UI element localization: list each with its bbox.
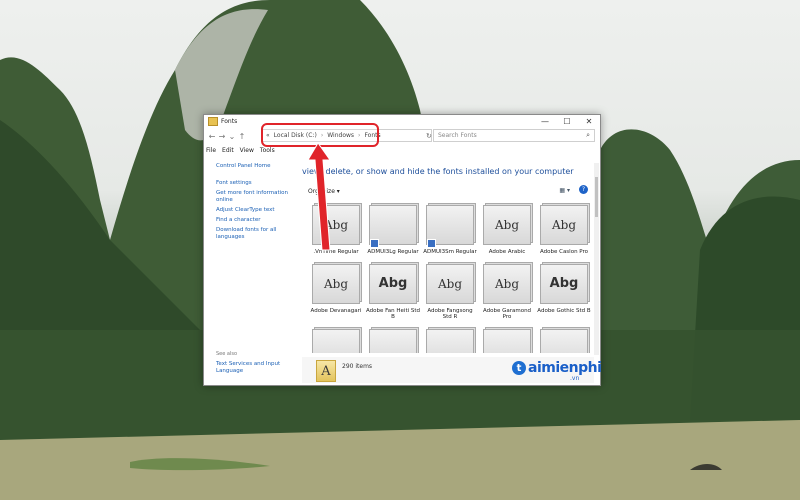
font-name-label: .VnTime Regular — [313, 249, 359, 255]
help-icon[interactable]: ? — [579, 185, 588, 194]
address-highlight-box — [261, 123, 379, 147]
font-name-label: Adobe Fan Heiti Std B — [365, 307, 421, 321]
content-pane: view, delete, or show and hide the fonts… — [302, 163, 596, 353]
font-sample-text: Abg — [323, 276, 349, 291]
close-button[interactable]: ✕ — [578, 115, 600, 127]
font-preview-icon[interactable] — [483, 328, 531, 353]
font-preview-icon[interactable]: Abg — [483, 205, 531, 245]
command-toolbar: Organize ▾ ▦ ▾ ? — [302, 185, 592, 197]
font-preview-icon[interactable] — [312, 328, 360, 353]
font-sample-text: Abg — [494, 276, 520, 291]
font-item[interactable]: Abg Adobe Fangsong Std R — [422, 263, 478, 321]
font-item[interactable] — [365, 328, 421, 353]
font-name-label: Adobe Devanagari — [310, 307, 362, 314]
forward-arrow-icon[interactable]: → — [217, 132, 227, 141]
font-item[interactable]: Abg Adobe Caslon Pro — [536, 205, 592, 256]
see-also-heading: See also — [216, 351, 238, 357]
folder-icon — [208, 116, 218, 126]
font-item[interactable] — [308, 328, 364, 353]
font-preview-icon[interactable] — [426, 205, 474, 248]
font-item[interactable]: Abg Adobe Arabic — [479, 205, 535, 256]
minimize-button[interactable]: — — [534, 115, 556, 127]
fonts-window: Fonts — ☐ ✕ ← → ⌄ ↑ « Local Disk (C:) › … — [203, 114, 601, 386]
shortcut-badge-icon — [370, 239, 379, 248]
font-item[interactable]: Abg Adobe Fan Heiti Std B — [365, 263, 421, 321]
font-name-label: Adobe Caslon Pro — [539, 249, 589, 255]
maximize-button[interactable]: ☐ — [556, 115, 578, 127]
font-item[interactable] — [422, 328, 478, 353]
page-heading: view, delete, or show and hide the fonts… — [302, 167, 574, 176]
watermark-text: aimienphi — [528, 360, 602, 376]
up-arrow-icon[interactable]: ↑ — [237, 132, 247, 141]
menu-edit[interactable]: Edit — [222, 147, 234, 154]
watermark-logo-icon: t — [512, 361, 526, 375]
font-preview-icon[interactable] — [540, 328, 588, 353]
download-fonts-link[interactable]: Download fonts for all languages — [216, 227, 296, 241]
font-grid: Abg .VnTime Regular ADMUI3Lg Regular ADMUI3… — [308, 205, 592, 353]
font-preview-icon[interactable] — [369, 205, 417, 248]
font-preview-icon[interactable]: Abg — [483, 263, 531, 304]
font-item[interactable]: Abg Adobe Devanagari — [308, 263, 364, 321]
font-name-label: Adobe Gothic Std B — [537, 307, 591, 314]
menu-view[interactable]: View — [240, 147, 254, 154]
font-item[interactable]: ADMUI3Lg Regular — [365, 205, 421, 256]
refresh-icon[interactable]: ↻ — [426, 132, 432, 140]
font-item[interactable] — [536, 328, 592, 353]
adjust-cleartype-link[interactable]: Adjust ClearType text — [216, 207, 296, 214]
font-sample-text: Abg — [378, 276, 408, 291]
font-sample-text: Abg — [494, 218, 520, 232]
font-item[interactable] — [479, 328, 535, 353]
organize-button[interactable]: Organize ▾ — [308, 188, 340, 195]
search-icon[interactable]: ⌕ — [586, 131, 590, 140]
font-item[interactable]: Abg .VnTime Regular — [308, 205, 364, 256]
scrollbar-thumb[interactable] — [595, 177, 598, 217]
font-file-icon: A — [316, 360, 336, 382]
font-item[interactable]: Abg Adobe Gothic Std B — [536, 263, 592, 321]
font-preview-icon[interactable] — [369, 328, 417, 353]
font-name-label: ADMUI3Sm Regular — [423, 249, 477, 255]
more-font-info-link[interactable]: Get more font information online — [216, 190, 296, 204]
font-name-label: Adobe Garamond Pro — [482, 307, 532, 321]
font-name-label: Adobe Arabic — [488, 249, 526, 255]
font-preview-icon[interactable]: Abg — [540, 205, 588, 245]
font-preview-icon[interactable]: Abg — [312, 263, 360, 304]
back-arrow-icon[interactable]: ← — [207, 132, 217, 141]
control-panel-home-link[interactable]: Control Panel Home — [216, 163, 296, 170]
left-navigation-pane: Control Panel Home Font settings Get mor… — [216, 163, 296, 244]
font-sample-text: Abg — [549, 276, 579, 291]
font-settings-link[interactable]: Font settings — [216, 180, 296, 187]
item-count: 290 items — [342, 363, 373, 370]
font-sample-text: Abg — [551, 218, 577, 232]
recent-locations-chevron-icon[interactable]: ⌄ — [227, 132, 237, 141]
font-preview-icon[interactable]: Abg — [426, 263, 474, 304]
font-name-label: ADMUI3Lg Regular — [367, 249, 419, 255]
taimienphi-watermark: t aimienphi .vn — [512, 360, 602, 382]
font-preview-icon[interactable]: Abg — [369, 263, 417, 304]
font-preview-icon[interactable]: Abg — [312, 205, 360, 245]
shortcut-badge-icon — [427, 239, 436, 248]
view-options-icon[interactable]: ▦ ▾ — [559, 187, 570, 194]
search-input[interactable]: Search Fonts ⌕ — [433, 129, 595, 142]
menu-file[interactable]: File — [206, 147, 216, 154]
search-placeholder: Search Fonts — [438, 132, 477, 139]
text-services-link[interactable]: Text Services and Input Language — [216, 361, 286, 375]
font-preview-icon[interactable]: Abg — [540, 263, 588, 304]
find-character-link[interactable]: Find a character — [216, 217, 296, 224]
font-sample-text: Abg — [437, 276, 463, 291]
vertical-scrollbar[interactable] — [594, 163, 599, 355]
font-item[interactable]: Abg Adobe Garamond Pro — [479, 263, 535, 321]
font-name-label: Adobe Fangsong Std R — [427, 307, 473, 321]
menu-bar: File Edit View Tools — [206, 147, 281, 154]
font-preview-icon[interactable] — [426, 328, 474, 353]
menu-tools[interactable]: Tools — [260, 147, 275, 154]
font-sample-text: Abg — [323, 218, 349, 232]
watermark-suffix: .vn — [570, 375, 580, 382]
font-item[interactable]: ADMUI3Sm Regular — [422, 205, 478, 256]
